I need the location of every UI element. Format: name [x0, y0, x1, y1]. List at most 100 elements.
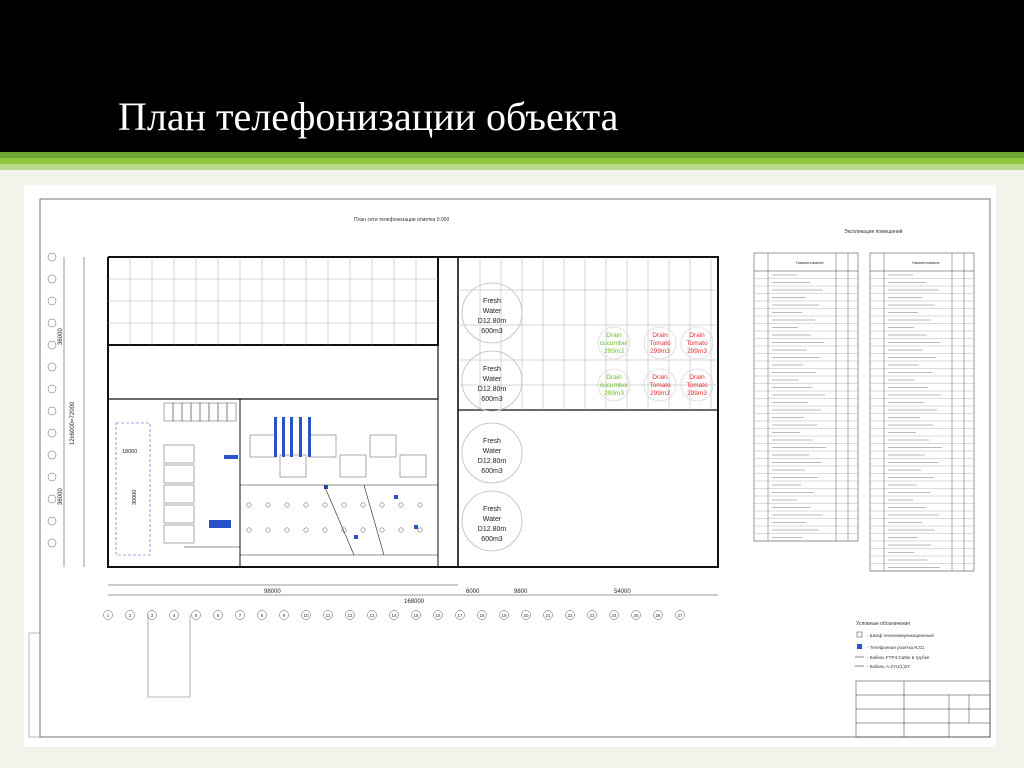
dim-v2: 12x6000=72000 — [70, 401, 76, 445]
drain-tank-label: Tomato — [649, 382, 671, 389]
dim-v5: 30000 — [132, 490, 138, 505]
axis-bubble-label: 21 — [545, 613, 551, 618]
dim-d5: 54000 — [614, 589, 631, 595]
axis-bubble — [47, 362, 57, 372]
title-block — [855, 680, 991, 738]
drain-tank-label: 299m3 — [687, 348, 707, 355]
tank-label: D12.80m — [478, 458, 507, 465]
drain-tank-label: 299m3 — [687, 390, 707, 397]
legend-title: Условные обозначения — [856, 621, 910, 627]
axis-bubble-label: 22 — [567, 613, 573, 618]
legend-item-2: - Кабель FTP4-Cat5e в трубке — [867, 655, 930, 660]
slide-title: План телефонизации объекта — [118, 94, 619, 139]
drain-tank-label: Tomato — [686, 340, 708, 347]
drain-tank-label: Drain — [606, 374, 622, 381]
table-header-name: Наименование — [912, 260, 941, 265]
drain-tank-label: Drain — [606, 332, 622, 339]
side-stamp — [28, 632, 41, 738]
rooms-table-1: Наименование — [753, 252, 859, 542]
tanks-layer: Fresh Water D12.80m 600m3 Fresh Water D12.80m 6… — [461, 282, 523, 552]
axis-bubble-label: 15 — [413, 613, 419, 618]
drain-tank-label: Drain — [652, 332, 668, 339]
dimension-lines — [63, 257, 718, 596]
axis-bubble-label: 10 — [303, 613, 309, 618]
lower-extension — [147, 615, 191, 698]
axis-bubble — [47, 450, 57, 460]
tank-label: 600m3 — [481, 396, 503, 403]
axis-bubble-label: 25 — [633, 613, 639, 618]
axis-bubble — [47, 384, 57, 394]
axis-bubble-label: 17 — [457, 613, 463, 618]
slide-header: План телефонизации объекта — [0, 0, 1024, 152]
table-header-name: Наименование — [796, 260, 825, 265]
building-walls — [107, 256, 719, 568]
drain-tank-label: 299m3 — [604, 390, 624, 397]
tank-label: Fresh — [483, 298, 501, 305]
tank-label: 600m3 — [481, 536, 503, 543]
axis-bubble — [47, 296, 57, 306]
axis-bubble-label: 24 — [611, 613, 617, 618]
tank-label: D12.80m — [478, 318, 507, 325]
floor-plan-drawing: План сети телефонизации отметка 0.000 Эк… — [28, 198, 991, 738]
axis-bubble-label: 16 — [435, 613, 441, 618]
small-tanks-layer: Draincucumber299m3DrainTomato299m3DrainT… — [597, 326, 714, 402]
tank-label: Water — [483, 448, 502, 455]
axis-bubble-label: 23 — [589, 613, 595, 618]
dim-d1: 98000 — [264, 589, 281, 595]
tank-label: Water — [483, 516, 502, 523]
axis-bubble — [47, 494, 57, 504]
dim-v3: 36000 — [58, 488, 64, 505]
legend-socket-icon — [857, 644, 862, 649]
drain-tank-label: Drain — [689, 332, 705, 339]
axis-bubble — [47, 516, 57, 526]
dim-d2: 168000 — [404, 599, 425, 605]
tank-label: Water — [483, 376, 502, 383]
tank-label: Fresh — [483, 506, 501, 513]
tank-label: D12.80m — [478, 526, 507, 533]
dim-v1: 36000 — [58, 328, 64, 345]
legend-item-3: - Кабель A-2YU(L)2Y — [867, 664, 910, 669]
rooms-table-2: Наименование — [869, 252, 975, 572]
axis-bubble — [47, 538, 57, 548]
axis-bubble-label: 11 — [326, 613, 331, 618]
interior-rooms — [163, 402, 427, 544]
legend-cabinet-icon — [856, 631, 863, 638]
axis-bubble — [47, 406, 57, 416]
drain-tank-label: Tomato — [649, 340, 671, 347]
legend-item-0: - Шкаф телекоммуникационный — [867, 632, 934, 638]
rooms-table-title: Экспликация помещений — [844, 228, 903, 235]
plan-title: План сети телефонизации отметка 0.000 — [354, 217, 449, 223]
legend: Условные обозначения - Шкаф телекоммуник… — [855, 621, 934, 669]
axis-bubble — [47, 340, 57, 350]
axis-bubble-label: 12 — [347, 613, 353, 618]
tank-label: D12.80m — [478, 386, 507, 393]
grid-axis-bubbles: 1 2 3 4 5 6 7 8 9 10 11 12 13 14 15 16 17 18 19 20 21 22 23 24 2… — [47, 252, 685, 620]
axis-bubble — [47, 472, 57, 482]
drain-tank-label: Tomato — [686, 382, 708, 389]
tank-label: Water — [483, 308, 502, 315]
tank-label: 600m3 — [481, 468, 503, 475]
axis-bubble-label: 20 — [523, 613, 529, 618]
tank-label: 600m3 — [481, 328, 503, 335]
legend-item-1: - Телефонная розетка RJ11 — [867, 645, 925, 650]
tank-label: Fresh — [483, 438, 501, 445]
dim-v4: 18000 — [122, 449, 137, 455]
drawing-frame: План сети телефонизации отметка 0.000 Эк… — [24, 185, 996, 747]
axis-bubble-label: 13 — [369, 613, 375, 618]
dim-d4: 9800 — [514, 589, 528, 595]
tank-label: Fresh — [483, 366, 501, 373]
dim-d3: 6000 — [466, 589, 480, 595]
drain-tank-label: Drain — [652, 374, 668, 381]
axis-bubble — [47, 252, 57, 262]
axis-bubble-label: 27 — [677, 613, 683, 618]
axis-bubble — [47, 274, 57, 284]
dashed-zone — [115, 422, 151, 556]
drain-tank-label: cucumber — [600, 382, 629, 389]
drain-tank-label: Drain — [689, 374, 705, 381]
drain-tank-label: cucumber — [600, 340, 629, 347]
drain-tank-label: 299m3 — [650, 348, 670, 355]
axis-bubble-label: 26 — [655, 613, 661, 618]
axis-bubble — [47, 428, 57, 438]
axis-bubble-label: 14 — [391, 613, 397, 618]
header-stripes — [0, 152, 1024, 170]
